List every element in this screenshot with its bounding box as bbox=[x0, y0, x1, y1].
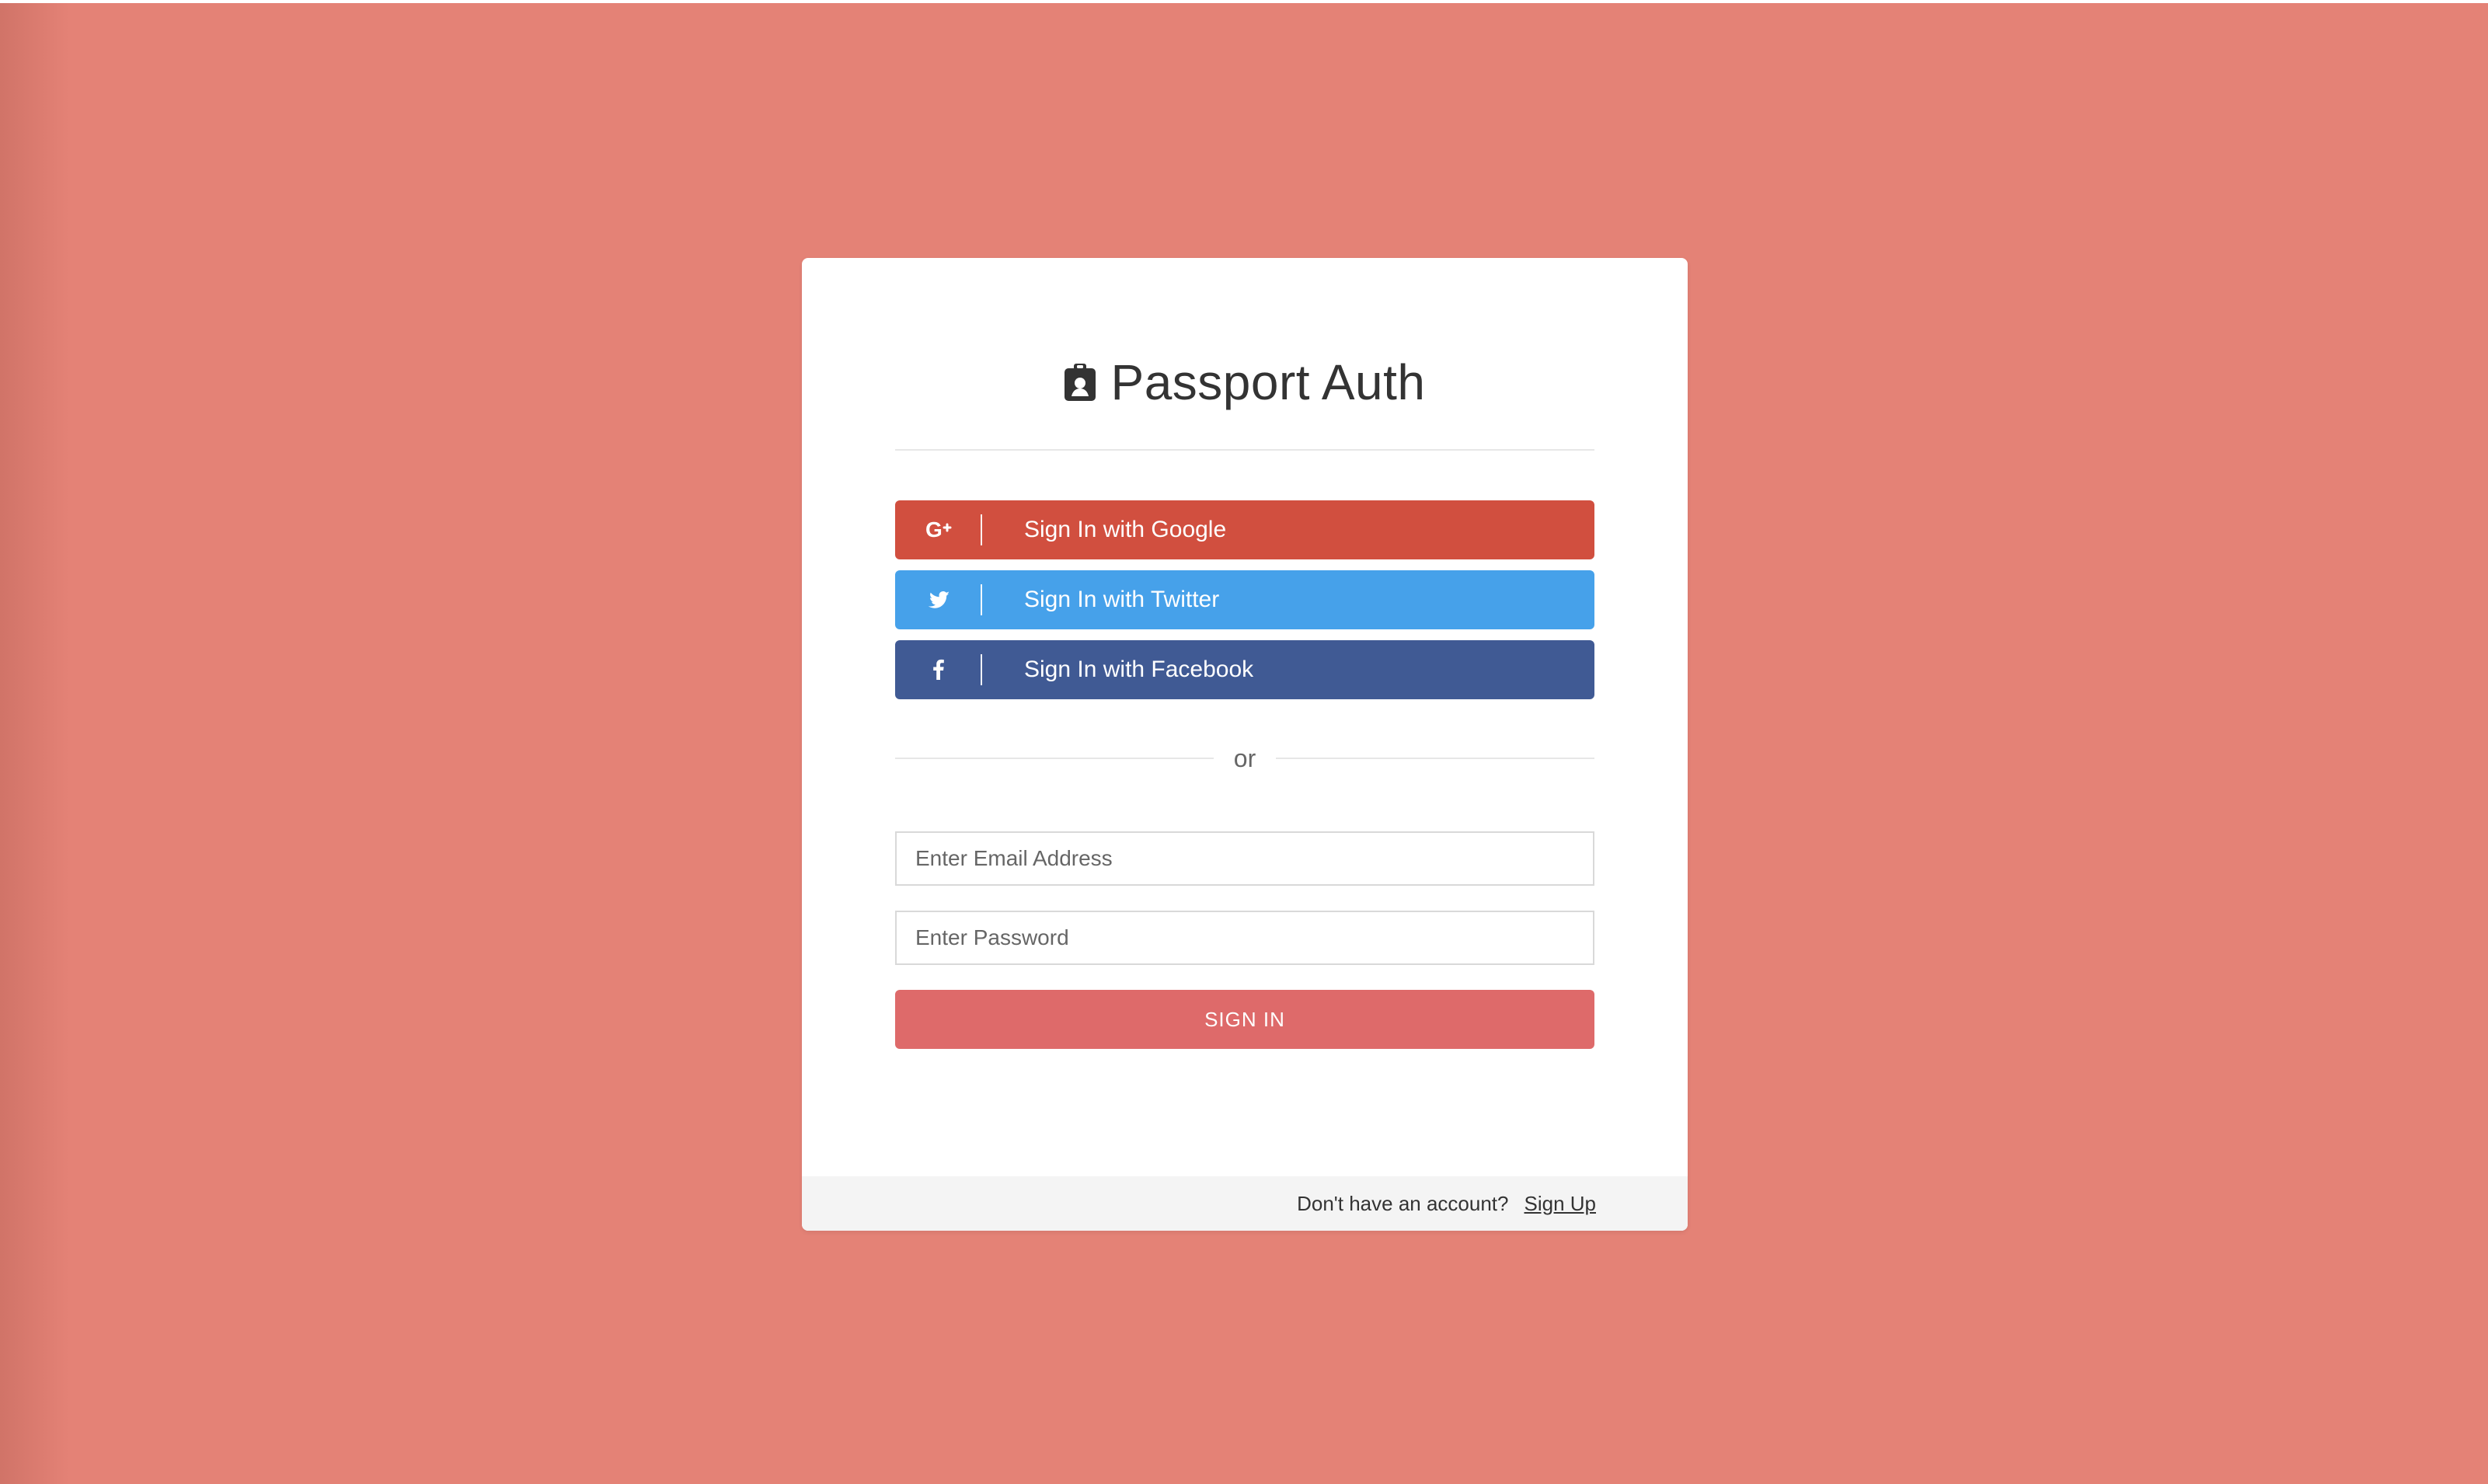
email-input[interactable] bbox=[895, 831, 1594, 886]
signup-footer: Don't have an account? Sign Up bbox=[802, 1176, 1688, 1231]
facebook-signin-label: Sign In with Facebook bbox=[1024, 657, 1254, 682]
facebook-signin-button[interactable]: Sign In with Facebook bbox=[895, 640, 1594, 699]
login-card: Passport Auth G Sign In with Google Sign… bbox=[802, 258, 1688, 1231]
password-input[interactable] bbox=[895, 911, 1594, 965]
signup-prompt: Don't have an account? bbox=[1297, 1191, 1509, 1215]
twitter-icon bbox=[895, 570, 982, 629]
google-plus-icon: G bbox=[895, 500, 982, 559]
id-badge-icon bbox=[1064, 364, 1096, 401]
signup-link[interactable]: Sign Up bbox=[1525, 1192, 1597, 1216]
page-title: Passport Auth bbox=[1110, 354, 1426, 410]
header-divider bbox=[895, 449, 1594, 451]
background-shadow bbox=[0, 3, 70, 1484]
login-page: Passport Auth G Sign In with Google Sign… bbox=[0, 3, 2488, 1484]
facebook-icon bbox=[895, 640, 982, 699]
google-signin-label: Sign In with Google bbox=[1024, 517, 1227, 542]
twitter-signin-label: Sign In with Twitter bbox=[1024, 587, 1220, 612]
svg-text:G: G bbox=[925, 517, 943, 542]
or-right-line bbox=[1276, 758, 1594, 759]
or-text: or bbox=[1233, 744, 1256, 772]
brand-header: Passport Auth bbox=[802, 343, 1688, 421]
sign-in-button[interactable]: SIGN IN bbox=[895, 990, 1594, 1049]
twitter-signin-button[interactable]: Sign In with Twitter bbox=[895, 570, 1594, 629]
or-left-line bbox=[895, 758, 1214, 759]
google-signin-button[interactable]: G Sign In with Google bbox=[895, 500, 1594, 559]
or-separator: or bbox=[895, 743, 1594, 774]
